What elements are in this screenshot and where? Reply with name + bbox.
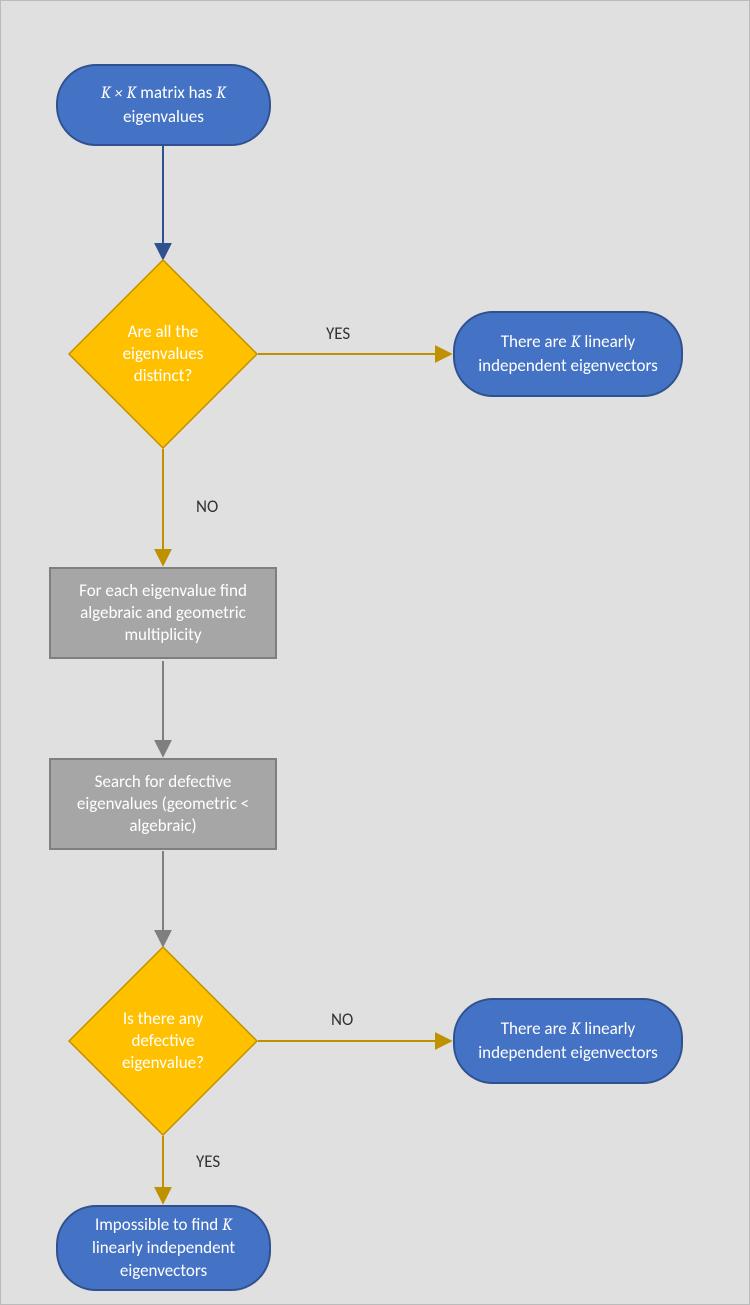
node-result-k-independent-2: There are K linearly independent eigenve… [453, 998, 683, 1084]
node-result-impossible: Impossible to find K linearly independen… [56, 1205, 271, 1291]
result-yes1-text: There are K linearly independent eigenve… [469, 331, 667, 376]
label-no-2: NO [331, 1009, 353, 1030]
node-decision-defective: Is there any defective eigenvalue? [68, 946, 258, 1136]
label-yes-1: YES [326, 323, 350, 344]
process2-text: Search for defective eigenvalues (geomet… [65, 771, 261, 837]
decision2-text: Is there any defective eigenvalue? [82, 1008, 244, 1074]
node-process-multiplicity: For each eigenvalue find algebraic and g… [49, 567, 277, 659]
label-no-1: NO [196, 496, 218, 517]
result-yes2-text: Impossible to find K linearly independen… [72, 1214, 255, 1281]
node-start-text: K × K matrix has K eigenvalues [101, 82, 226, 127]
process1-text: For each eigenvalue find algebraic and g… [65, 580, 261, 646]
label-yes-2: YES [196, 1151, 220, 1172]
node-process-search-defective: Search for defective eigenvalues (geomet… [49, 758, 277, 850]
node-start: K × K matrix has K eigenvalues [56, 64, 271, 146]
flowchart-canvas: K × K matrix has K eigenvalues Are all t… [0, 0, 750, 1305]
decision1-text: Are all the eigenvalues distinct? [82, 321, 244, 387]
node-result-k-independent-1: There are K linearly independent eigenve… [453, 311, 683, 397]
node-decision-distinct: Are all the eigenvalues distinct? [68, 259, 258, 449]
result-no2-text: There are K linearly independent eigenve… [469, 1018, 667, 1063]
